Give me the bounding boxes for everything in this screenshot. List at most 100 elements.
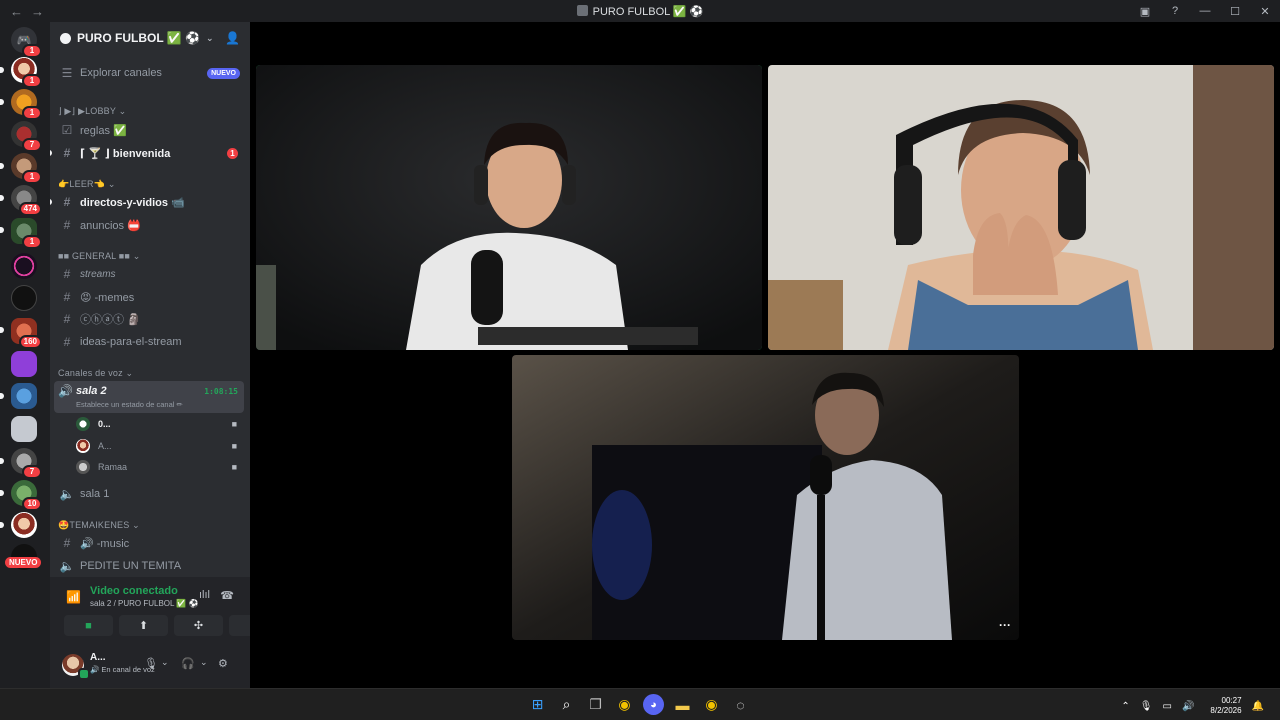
channel-status-prompt[interactable]: Establece un estado de canal ✏ [76,400,183,409]
server-header[interactable]: PURO FULBOL ✅ ⚽ ⌄ 👤 [50,22,250,54]
inbox-icon[interactable]: ▣ [1130,5,1160,18]
chevron-down-icon[interactable]: ⌄ [200,657,208,668]
noise-suppression-icon[interactable]: ılıl [199,589,210,601]
microphone-icon[interactable]: 🎙 [144,657,158,670]
voice-user[interactable]: Ramaa ■ [76,458,241,476]
channel-anuncios[interactable]: # anuncios 📛 [50,215,250,235]
voice-channel-sala-1[interactable]: 🔈 sala 1 [50,484,250,504]
server-icon[interactable] [11,285,37,311]
category-leer[interactable]: 👉LEER👈 ⌄ [58,179,116,190]
notification-bell-icon[interactable]: 🔔 [1252,701,1264,712]
app-icon[interactable]: ◌ [730,694,751,715]
microphone-icon[interactable]: 🎙 [1140,701,1153,712]
maximize-button[interactable]: ☐ [1220,5,1250,18]
explore-channels[interactable]: ☰ Explorar canales NUEVO [50,63,250,83]
server-icon[interactable]: 7 [11,121,42,152]
speaker-icon: 🔈 [59,487,75,501]
history-nav: ← → [0,4,44,19]
chevron-down-icon[interactable]: ⌄ [161,657,169,668]
voice-user[interactable]: A... ■ [76,437,241,455]
notification-badge: 1 [22,106,42,120]
network-icon[interactable]: ▭ [1163,701,1172,712]
category-lobby[interactable]: ⌋ ▶⌋ ▶LOBBY ⌄ [58,106,126,117]
signal-icon[interactable]: 📶 [66,590,81,604]
server-icon[interactable] [11,253,37,279]
close-button[interactable]: ✕ [1250,5,1280,18]
server-icon[interactable]: 474 [11,185,42,216]
server-icon[interactable]: 1 [11,153,42,184]
server-badge-icon [60,32,71,44]
server-icon[interactable]: 1 [11,218,42,249]
voice-status: Video conectado [90,585,178,597]
clock[interactable]: 00:27 8/2/2026 [1210,696,1241,716]
forward-arrow-icon[interactable]: → [31,4,44,19]
channel-label: PEDITE UN TEMITA [80,560,182,572]
share-screen-button[interactable]: ⬆ [119,615,168,636]
back-arrow-icon[interactable]: ← [10,4,23,19]
title-bar: ← → PURO FULBOL ✅ ⚽ ▣ ? — ☐ ✕ [0,0,1280,22]
discord-app-icon[interactable]: ◕ [643,694,664,715]
minimize-button[interactable]: — [1190,5,1220,17]
chevron-up-icon[interactable]: ⌃ [1121,701,1129,712]
channel-music[interactable]: # 🔊 -music [50,533,250,553]
server-icon[interactable] [11,512,37,538]
unread-dot [50,199,52,205]
headphones-icon[interactable]: 🎧 [181,657,195,670]
category-general[interactable]: ■■ GENERAL ■■ ⌄ [58,251,140,262]
hash-icon: # [63,146,71,160]
invite-people-icon[interactable]: 👤 [225,31,240,45]
activities-button[interactable]: ✣ [174,615,223,636]
new-servers-badge[interactable]: NUEVO [5,557,42,568]
channel-label: sala 1 [80,488,110,500]
user-name[interactable]: A... [90,652,106,663]
notification-badge: 7 [22,465,42,479]
help-icon[interactable]: ? [1160,5,1190,17]
disconnect-icon[interactable]: ☎ [220,589,234,602]
unread-dot [50,150,52,156]
channel-streams[interactable]: # streams [50,264,250,284]
category-voz[interactable]: Canales de voz ⌄ [58,368,133,379]
file-explorer-icon[interactable]: ▬ [672,694,693,715]
camera-button[interactable]: ■ [64,615,113,636]
server-icon[interactable]: 160 [11,318,42,349]
voice-channel-pedite-un-temita[interactable]: 🔈 PEDITE UN TEMITA [50,556,250,576]
server-icon[interactable] [11,383,37,409]
direct-messages-button[interactable]: 🎮 1 [11,27,42,58]
unread-pill [0,393,4,399]
server-icon[interactable]: 1 [11,57,42,88]
voice-user[interactable]: 0... ■ [76,415,241,433]
server-icon[interactable] [11,416,37,442]
channel-directos-y-vidios[interactable]: # directos-y-vidios 📹 [50,192,250,212]
volume-icon[interactable]: 🔊 [1182,701,1194,712]
voice-location[interactable]: sala 2 / PURO FULBOL ✅ ⚽ [90,599,199,608]
gear-icon[interactable]: ⚙ [218,657,228,670]
notification-badge: 1 [22,44,42,58]
server-icon[interactable]: 10 [11,480,42,511]
server-icon[interactable]: 7 [11,448,42,479]
channel-ideas-para-el-stream[interactable]: # ideas-para-el-stream [50,332,250,352]
clock-date: 8/2/2026 [1210,706,1242,715]
server-name: PURO FULBOL ✅ ⚽ [77,31,200,45]
camera-icon: ■ [231,462,237,472]
chrome-icon[interactable]: ◉ [614,694,635,715]
search-icon[interactable]: ⌕ [556,694,577,715]
voice-user-name: A... [98,441,112,451]
server-icon[interactable]: 1 [11,89,42,120]
video-tile-0[interactable] [256,65,762,350]
start-menu-icon[interactable]: ⊞ [527,694,548,715]
channel-chat[interactable]: # ⓒⓗⓐⓣ 🗿 [50,309,250,329]
video-tile-1[interactable] [768,65,1274,350]
chrome-icon[interactable]: ◉ [701,694,722,715]
video-tile-2[interactable]: ··· [512,355,1019,640]
voice-channel-sala-2[interactable]: 🔊 sala 2 Establece un estado de canal ✏ … [54,381,244,413]
notification-badge: 1 [22,74,42,88]
category-temaikenes[interactable]: 🤩TEMAIKENES ⌄ [58,520,140,531]
more-options-icon[interactable]: ··· [999,618,1011,632]
unread-pill [0,458,4,464]
hash-icon: # [63,195,71,209]
task-view-icon[interactable]: ❐ [585,694,606,715]
server-icon[interactable] [11,351,37,377]
channel-bienvenida[interactable]: # ⌈ 🍸 ⌋ bienvenida 1 [50,143,250,163]
channel-memes[interactable]: # 😡 -memes [50,287,250,307]
channel-reglas[interactable]: ☑ reglas ✅ [50,120,250,140]
